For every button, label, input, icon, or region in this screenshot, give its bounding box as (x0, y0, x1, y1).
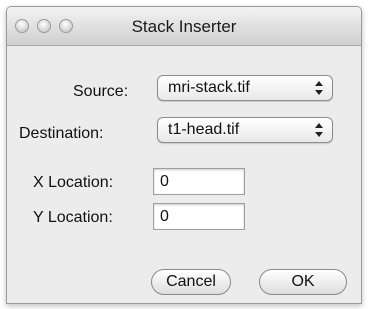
updown-arrows-icon (315, 123, 323, 137)
y-location-input[interactable]: 0 (153, 203, 245, 230)
destination-label: Destination: (19, 125, 104, 142)
destination-select-value: t1-head.tif (168, 121, 240, 138)
source-label: Source: (73, 83, 129, 100)
title-bar: Stack Inserter (7, 7, 361, 46)
source-select[interactable]: mri-stack.tif (157, 75, 333, 101)
y-location-label: Y Location: (33, 209, 113, 226)
cancel-button[interactable]: Cancel (151, 269, 231, 295)
source-select-value: mri-stack.tif (168, 79, 250, 96)
x-location-input[interactable]: 0 (153, 168, 245, 195)
dialog-window: Stack Inserter Source: mri-stack.tif Des… (6, 6, 362, 304)
ok-button[interactable]: OK (259, 269, 347, 295)
destination-select[interactable]: t1-head.tif (157, 117, 333, 143)
x-location-label: X Location: (33, 174, 114, 191)
window-title: Stack Inserter (131, 17, 237, 36)
updown-arrows-icon (315, 81, 323, 95)
